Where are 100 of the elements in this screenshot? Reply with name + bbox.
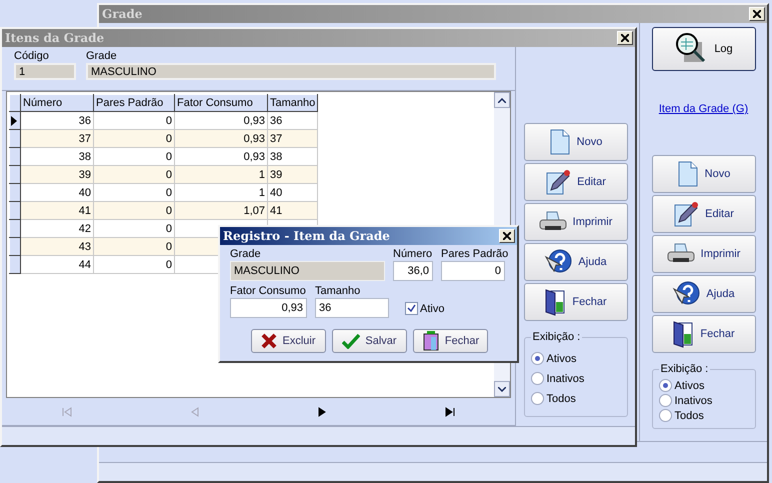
help-icon (544, 249, 572, 275)
radio-option[interactable]: Inativos (530, 372, 620, 385)
action-button[interactable]: Novo (652, 155, 756, 193)
table-cell: 38 (270, 150, 282, 162)
current-row-icon (10, 116, 18, 126)
radio-option[interactable]: Ativos (530, 352, 620, 365)
dialog-button[interactable]: Fechar (413, 329, 488, 353)
table-cell: 0,93 (244, 114, 265, 126)
row-indicator[interactable] (10, 148, 20, 166)
door-icon (422, 331, 440, 351)
radio-option[interactable]: Todos (658, 409, 748, 422)
input-field[interactable]: 0 (441, 261, 505, 281)
table-cell: 36 (270, 114, 282, 126)
row-indicator[interactable] (10, 202, 20, 220)
field-label: Grade (230, 247, 262, 261)
grade-field[interactable]: MASCULINO (86, 63, 496, 80)
row-indicator[interactable] (10, 112, 20, 130)
table-cell: 0 (166, 186, 172, 198)
close-icon (753, 10, 761, 18)
action-button[interactable]: Imprimir (652, 235, 756, 273)
table-cell: 39 (78, 168, 91, 180)
dialog-button[interactable]: Excluir (251, 329, 326, 353)
table-cell: 40 (78, 186, 91, 198)
close-button[interactable] (749, 7, 765, 21)
table-cell: 41 (270, 204, 282, 216)
next-icon (318, 406, 326, 416)
radio-option[interactable]: Inativos (658, 394, 748, 407)
action-button[interactable]: Novo (524, 123, 628, 161)
table-cell: 0 (166, 114, 172, 126)
row-indicator[interactable] (10, 166, 20, 184)
table-cell: 0 (166, 150, 172, 162)
action-button[interactable]: Fechar (524, 283, 628, 321)
printer-icon (666, 243, 695, 265)
table-cell: 37 (270, 132, 282, 144)
radio-option[interactable]: Todos (530, 392, 620, 405)
table-cell: 0,93 (244, 132, 265, 144)
column-header[interactable]: Número (20, 94, 94, 112)
table-cell: 0,93 (244, 150, 265, 162)
close-button[interactable] (499, 229, 515, 243)
table-cell: 0 (166, 132, 172, 144)
radio-option[interactable]: Ativos (658, 379, 748, 392)
field-label: Tamanho (315, 284, 362, 298)
close-icon (621, 34, 629, 42)
field-label: Código (14, 49, 50, 63)
check-icon (342, 333, 360, 349)
table-cell: 36 (78, 114, 91, 126)
input-field[interactable]: 36 (315, 298, 389, 318)
document-icon (676, 161, 699, 187)
column-header[interactable]: Pares Padrão (94, 94, 174, 112)
row-indicator (10, 94, 20, 112)
up-icon (498, 98, 506, 102)
first-icon (62, 406, 72, 416)
table-cell: 1 (258, 186, 265, 198)
code-field[interactable]: 1 (14, 63, 76, 80)
table-cell: 0 (166, 240, 172, 252)
column-header[interactable]: Tamanho (268, 94, 318, 112)
table-cell: 0 (166, 168, 172, 180)
field-label: Número (393, 247, 433, 261)
input-field[interactable]: 0,93 (230, 298, 307, 318)
table-cell: 0 (166, 222, 172, 234)
close-icon (503, 232, 511, 240)
log-button[interactable]: Log (652, 27, 756, 71)
printer-icon (538, 211, 567, 233)
row-indicator[interactable] (10, 130, 20, 148)
row-indicator[interactable] (10, 220, 20, 238)
item-link[interactable]: Item da Grade (G) (658, 103, 748, 115)
active-checkbox[interactable]: Ativo (405, 302, 444, 315)
door-icon (672, 320, 694, 348)
pencil-icon (673, 201, 700, 227)
door-icon (544, 288, 566, 316)
table-cell: 39 (270, 168, 282, 180)
window-title: Itens da Grade (5, 31, 104, 45)
document-icon (548, 129, 571, 155)
group-label: Exibição : (532, 331, 582, 343)
action-button[interactable]: Fechar (652, 315, 756, 353)
pencil-icon (545, 169, 572, 195)
table-cell: 41 (78, 204, 91, 216)
row-indicator[interactable] (10, 238, 20, 256)
column-header[interactable]: Fator Consumo (174, 94, 268, 112)
down-icon (498, 386, 506, 392)
table-cell: 43 (78, 240, 91, 252)
table-cell: 44 (78, 258, 91, 270)
row-indicator[interactable] (10, 256, 20, 274)
previous-icon (190, 406, 199, 416)
field-label: Fator Consumo (230, 284, 307, 298)
input-field[interactable]: 36,0 (393, 261, 433, 281)
table-cell: 40 (270, 186, 282, 198)
action-button[interactable]: Ajuda (524, 243, 628, 281)
action-button[interactable]: Editar (524, 163, 628, 201)
action-button[interactable]: Imprimir (524, 203, 628, 241)
table-cell: 42 (78, 222, 91, 234)
row-indicator[interactable] (10, 184, 20, 202)
dialog-button[interactable]: Salvar (332, 329, 407, 353)
last-icon (445, 406, 456, 416)
close-button[interactable] (617, 31, 633, 45)
action-button[interactable]: Ajuda (652, 275, 756, 313)
table-cell: 37 (78, 132, 91, 144)
action-button[interactable]: Editar (652, 195, 756, 233)
window-title: Grade (102, 7, 142, 21)
input-field[interactable]: MASCULINO (230, 261, 385, 281)
